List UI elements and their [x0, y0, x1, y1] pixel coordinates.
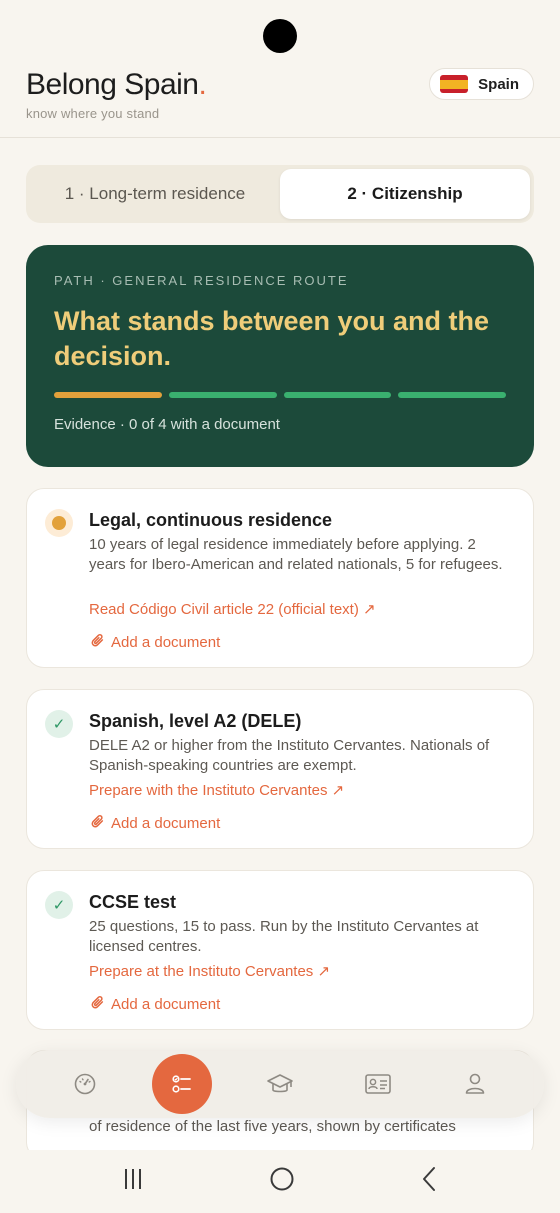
id-card-icon[interactable] — [348, 1054, 408, 1114]
app-tagline: know where you stand — [26, 106, 160, 121]
country-label: Spain — [478, 75, 519, 93]
progress-segment — [168, 392, 277, 398]
requirement-title: CCSE test — [89, 892, 177, 912]
tab-citizenship[interactable]: 2 · Citizenship — [280, 169, 530, 219]
add-document-button[interactable]: Add a document — [89, 994, 220, 1014]
requirement-description: DELE A2 or higher from the Instituto Cer… — [89, 737, 490, 774]
requirement-source-link[interactable]: Prepare at the Instituto Cervantes ↗ — [89, 962, 330, 980]
requirement-source-link[interactable]: Prepare with the Instituto Cervantes ↗ — [89, 781, 344, 799]
profile-icon[interactable] — [445, 1054, 505, 1114]
check-status-icon: ✓ — [45, 891, 73, 919]
requirement-description: 10 years of legal residence immediately … — [89, 536, 503, 573]
app-header: Belong Spain. know where you stand Spain — [0, 60, 560, 138]
requirement-source-link[interactable]: Read Código Civil article 22 (official t… — [89, 600, 376, 618]
progress-segment — [283, 392, 392, 398]
path-segmented-control: 1 · Long-term residence 2 · Citizenship — [26, 165, 534, 223]
bottom-navigation — [16, 1050, 544, 1118]
requirement-card[interactable]: Legal, continuous residence 10 years of … — [26, 488, 534, 668]
app-title: Belong Spain. — [26, 68, 207, 101]
paperclip-icon — [84, 992, 108, 1016]
add-document-button[interactable]: Add a document — [89, 813, 220, 833]
add-document-label: Add a document — [111, 995, 221, 1013]
hero-card: PATH · GENERAL RESIDENCE ROUTE What stan… — [26, 245, 534, 467]
country-selector-button[interactable]: Spain — [429, 68, 534, 100]
add-document-button[interactable]: Add a document — [89, 632, 220, 652]
home-icon[interactable] — [269, 1166, 295, 1197]
graduation-cap-icon[interactable] — [250, 1054, 310, 1114]
hero-title: What stands between you and the decision… — [54, 306, 490, 371]
spain-flag-icon — [440, 75, 469, 93]
dashboard-icon[interactable] — [55, 1054, 115, 1114]
paperclip-icon — [84, 811, 108, 835]
system-navigation-bar — [0, 1150, 560, 1213]
progress-segment — [398, 392, 506, 398]
requirement-title: Spanish, level A2 (DELE) — [89, 711, 302, 731]
requirement-card[interactable]: ✓ CCSE test 25 questions, 15 to pass. Ru… — [26, 870, 534, 1030]
tab-long-term-residence[interactable]: 1 · Long-term residence — [30, 169, 280, 219]
check-status-icon: ✓ — [45, 710, 73, 738]
back-icon[interactable] — [421, 1166, 437, 1197]
requirement-title: Legal, continuous residence — [89, 510, 333, 530]
pending-status-icon — [45, 509, 73, 537]
progress-segment — [54, 392, 162, 398]
requirement-description: 25 questions, 15 to pass. Run by the Ins… — [89, 918, 479, 955]
add-document-label: Add a document — [111, 633, 221, 651]
hero-eyebrow: PATH · GENERAL RESIDENCE ROUTE — [54, 273, 349, 288]
camera-cutout — [263, 19, 297, 53]
hero-progress-bars — [54, 392, 506, 398]
evidence-count: Evidence · 0 of 4 with a document — [54, 416, 280, 433]
requirement-description: of residence of the last five years, sho… — [89, 1118, 456, 1135]
checklist-icon[interactable] — [152, 1054, 213, 1114]
recent-apps-icon[interactable] — [123, 1167, 143, 1196]
add-document-label: Add a document — [111, 814, 221, 832]
requirement-card[interactable]: ✓ Spanish, level A2 (DELE) DELE A2 or hi… — [26, 689, 534, 849]
paperclip-icon — [84, 630, 108, 654]
